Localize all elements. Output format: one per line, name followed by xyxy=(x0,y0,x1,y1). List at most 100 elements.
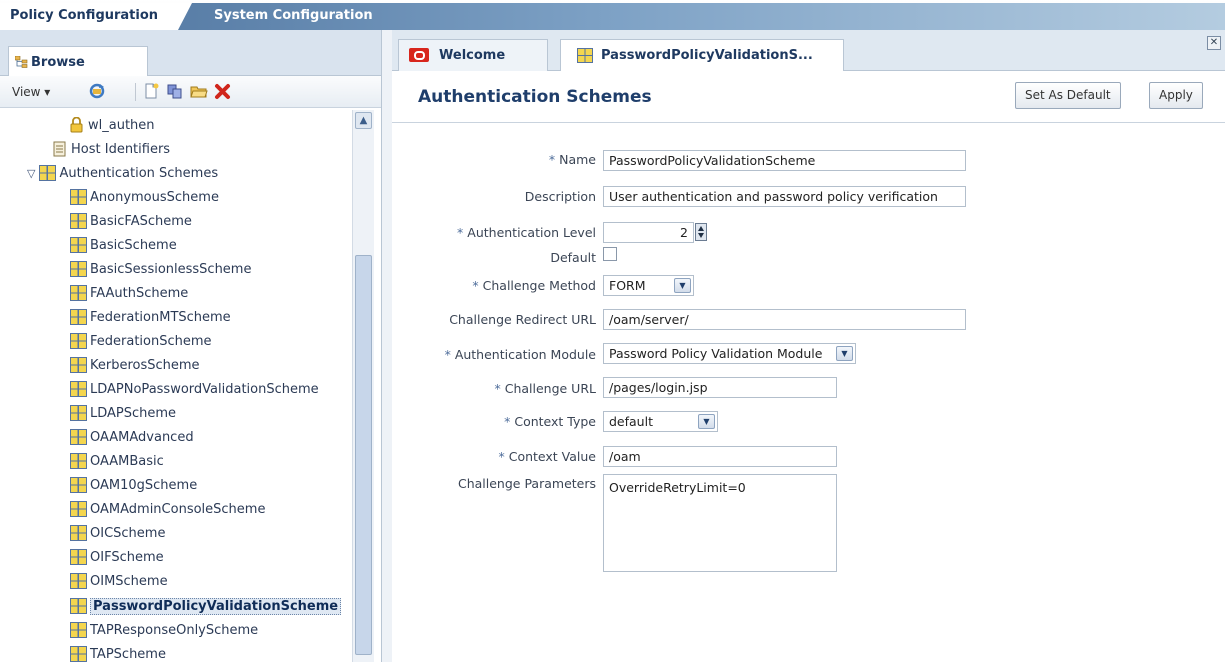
scheme-folder-icon xyxy=(39,164,57,181)
chevron-down-icon[interactable]: ▼ xyxy=(836,346,853,361)
context-type-label: * Context Type xyxy=(504,414,596,429)
chevron-down-icon[interactable]: ▼ xyxy=(698,414,715,429)
tree-item-scheme[interactable]: OAAMBasic xyxy=(70,451,164,473)
tree-item-scheme[interactable]: KerberosScheme xyxy=(70,355,200,377)
tab-browse[interactable]: Browse xyxy=(8,46,148,76)
level-spinner-icon[interactable] xyxy=(695,223,707,241)
default-checkbox[interactable] xyxy=(603,247,617,261)
tree-item-label: OAM10gScheme xyxy=(90,478,198,493)
context-value-label: * Context Value xyxy=(498,449,596,464)
context-value-field[interactable]: /oam xyxy=(603,446,837,467)
scheme-icon xyxy=(70,548,87,565)
description-field[interactable]: User authentication and password policy … xyxy=(603,186,966,207)
scroll-up-arrow-icon[interactable]: ▲ xyxy=(355,112,372,129)
tree-item-scheme[interactable]: OIMScheme xyxy=(70,571,168,593)
tree-item-label: Host Identifiers xyxy=(71,142,171,157)
content-panel: Welcome PasswordPolicyValidationS... ✕ A… xyxy=(392,30,1225,662)
tree-item-label: OIMScheme xyxy=(90,574,168,589)
challenge-method-label: * Challenge Method xyxy=(472,278,596,293)
tree-scrollbar[interactable]: ▲ xyxy=(352,110,374,662)
scheme-icon xyxy=(70,308,87,325)
refresh-icon[interactable] xyxy=(88,82,106,100)
tree-item-label: FederationMTScheme xyxy=(90,310,231,325)
context-type-select[interactable]: default ▼ xyxy=(603,411,718,432)
tree-item-scheme[interactable]: AnonymousScheme xyxy=(70,187,219,209)
scheme-icon xyxy=(70,452,87,469)
scheme-icon xyxy=(70,212,87,229)
selected-value: FORM xyxy=(609,278,646,293)
tab-policy-configuration[interactable]: Policy Configuration xyxy=(0,3,190,30)
tree-item-scheme[interactable]: LDAPNoPasswordValidationScheme xyxy=(70,379,319,401)
tree-item-wl-authen[interactable]: wl_authen xyxy=(68,115,155,137)
view-menu-button[interactable]: View ▾ xyxy=(12,85,50,99)
tree-item-authentication-schemes[interactable]: ▽ Authentication Schemes xyxy=(27,163,218,185)
tree-structure-icon xyxy=(15,56,28,68)
scheme-icon xyxy=(70,260,87,277)
expand-triangle-icon[interactable]: ▽ xyxy=(27,167,35,180)
tree-item-scheme[interactable]: FederationScheme xyxy=(70,331,212,353)
tree-item-scheme[interactable]: BasicFAScheme xyxy=(70,211,192,233)
scheme-icon xyxy=(70,188,87,205)
tree-item-label: BasicScheme xyxy=(90,238,177,253)
tab-password-policy-validation[interactable]: PasswordPolicyValidationS... xyxy=(560,39,844,71)
tree-item-label: wl_authen xyxy=(88,118,155,133)
tree-item-scheme[interactable]: OAM10gScheme xyxy=(70,475,197,497)
tab-welcome[interactable]: Welcome xyxy=(398,39,548,71)
oracle-logo-icon xyxy=(409,48,429,62)
new-document-icon[interactable] xyxy=(142,82,160,100)
tree-item-scheme[interactable]: BasicScheme xyxy=(70,235,177,257)
selected-value: default xyxy=(609,414,653,429)
content-tab-bar: Welcome PasswordPolicyValidationS... ✕ xyxy=(392,30,1225,71)
tab-system-configuration[interactable]: System Configuration xyxy=(178,3,1225,30)
scheme-icon xyxy=(70,572,87,589)
name-label: * Name xyxy=(548,152,596,167)
challenge-url-label: * Challenge URL xyxy=(494,381,596,396)
close-tabs-icon[interactable]: ✕ xyxy=(1207,36,1221,50)
challenge-url-field[interactable]: /pages/login.jsp xyxy=(603,377,837,398)
tree-item-scheme[interactable]: OICScheme xyxy=(70,523,165,545)
tree-item-label: FederationScheme xyxy=(90,334,212,349)
tree-item-scheme[interactable]: FederationMTScheme xyxy=(70,307,231,329)
tree-item-scheme[interactable]: TAPScheme xyxy=(70,644,166,662)
browse-tab-label: Browse xyxy=(31,55,85,70)
apply-button[interactable]: Apply xyxy=(1149,82,1203,109)
page-header: Authentication Schemes Set As Default Ap… xyxy=(392,71,1225,123)
scheme-icon xyxy=(70,597,87,614)
tree-item-scheme[interactable]: FAAuthScheme xyxy=(70,283,188,305)
tree-item-label: BasicSessionlessScheme xyxy=(90,262,252,277)
duplicate-icon[interactable] xyxy=(166,82,184,100)
scheme-icon xyxy=(70,621,87,638)
chevron-down-icon[interactable]: ▼ xyxy=(674,278,691,293)
scrollbar-thumb[interactable] xyxy=(355,255,372,655)
open-folder-icon[interactable] xyxy=(190,82,208,100)
tree-item-scheme[interactable]: LDAPScheme xyxy=(70,403,176,425)
authentication-module-select[interactable]: Password Policy Validation Module ▼ xyxy=(603,343,856,364)
challenge-method-select[interactable]: FORM ▼ xyxy=(603,275,694,296)
tree-item-scheme[interactable]: OIFScheme xyxy=(70,547,164,569)
tree-item-host-identifiers[interactable]: Host Identifiers xyxy=(51,139,170,161)
tree-item-label: OIFScheme xyxy=(90,550,164,565)
tree-item-scheme[interactable]: OAMAdminConsoleScheme xyxy=(70,499,265,521)
authentication-level-field[interactable]: 2 xyxy=(603,222,694,243)
tree-item-label: BasicFAScheme xyxy=(90,214,192,229)
default-label: Default xyxy=(550,250,596,265)
challenge-parameters-textarea[interactable]: OverrideRetryLimit=0 xyxy=(603,474,837,572)
tree-item-scheme[interactable]: OAAMAdvanced xyxy=(70,427,194,449)
tree-item-scheme-selected[interactable]: PasswordPolicyValidationScheme xyxy=(70,596,342,618)
challenge-redirect-url-label: Challenge Redirect URL xyxy=(449,312,596,327)
tree-item-label: OAMAdminConsoleScheme xyxy=(90,502,266,517)
challenge-redirect-url-field[interactable]: /oam/server/ xyxy=(603,309,966,330)
tree-item-scheme[interactable]: BasicSessionlessScheme xyxy=(70,259,251,281)
challenge-parameters-label: Challenge Parameters xyxy=(457,476,596,491)
navigation-panel: Browse View ▾ wl_authen Host Identifiers… xyxy=(0,30,382,662)
toolbar-separator xyxy=(135,83,136,101)
document-icon xyxy=(53,141,66,156)
set-as-default-button[interactable]: Set As Default xyxy=(1015,82,1121,109)
tree-item-label: Authentication Schemes xyxy=(59,166,219,181)
delete-icon[interactable] xyxy=(214,82,232,100)
tree-item-scheme[interactable]: TAPResponseOnlyScheme xyxy=(70,620,258,642)
tree-item-label: OAAMAdvanced xyxy=(90,430,194,445)
name-field[interactable]: PasswordPolicyValidationScheme xyxy=(603,150,966,171)
scheme-icon xyxy=(70,236,87,253)
scheme-icon xyxy=(70,284,87,301)
